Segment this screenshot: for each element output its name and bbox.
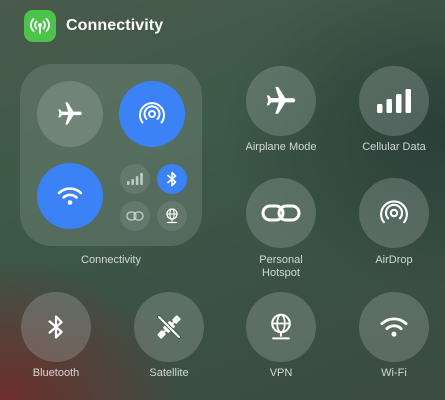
header: Connectivity [24,10,163,42]
airplane-mode-button[interactable] [246,66,316,136]
vpn-label: VPN [269,367,293,379]
wifi-label: Wi-Fi [381,367,407,379]
module-vpn-button[interactable] [157,201,187,231]
wifi-icon [57,186,83,206]
bluetooth-label: Bluetooth [32,367,80,379]
antenna-signal-icon [24,10,56,42]
link-icon [126,210,144,222]
wifi-button[interactable] [359,292,429,362]
cellular-bars-icon [127,173,143,185]
bluetooth-button[interactable] [21,292,91,362]
airplane-icon [56,100,84,128]
module-airdrop-button[interactable] [119,81,185,147]
module-wifi-button[interactable] [37,163,103,229]
airdrop-button[interactable] [359,178,429,248]
personal-hotspot-button[interactable] [246,178,316,248]
airdrop-label: AirDrop [375,254,413,266]
globe-network-icon [164,208,180,224]
satellite-off-icon [153,311,185,343]
module-airplane-button[interactable] [37,81,103,147]
satellite-label: Satellite [149,367,189,379]
connectivity-module[interactable] [20,64,202,246]
module-bluetooth-button[interactable] [157,164,187,194]
globe-network-icon [267,312,295,342]
airdrop-icon [379,198,409,228]
link-icon [261,201,301,225]
vpn-button[interactable] [246,292,316,362]
bluetooth-icon [48,314,64,340]
wifi-icon [379,316,409,338]
bluetooth-icon [167,171,177,187]
cellular-data-label: Cellular Data [362,141,426,153]
cellular-data-button[interactable] [359,66,429,136]
module-hotspot-button[interactable] [120,201,150,231]
connectivity-module-label: Connectivity [81,254,141,266]
page-title: Connectivity [66,17,164,34]
airplane-icon [264,84,298,118]
satellite-button[interactable] [134,292,204,362]
cellular-bars-icon [377,89,411,113]
personal-hotspot-label: Personal Hotspot [259,254,303,279]
module-cellular-button[interactable] [120,164,150,194]
airplane-mode-label: Airplane Mode [245,141,317,153]
airdrop-icon [138,100,166,128]
